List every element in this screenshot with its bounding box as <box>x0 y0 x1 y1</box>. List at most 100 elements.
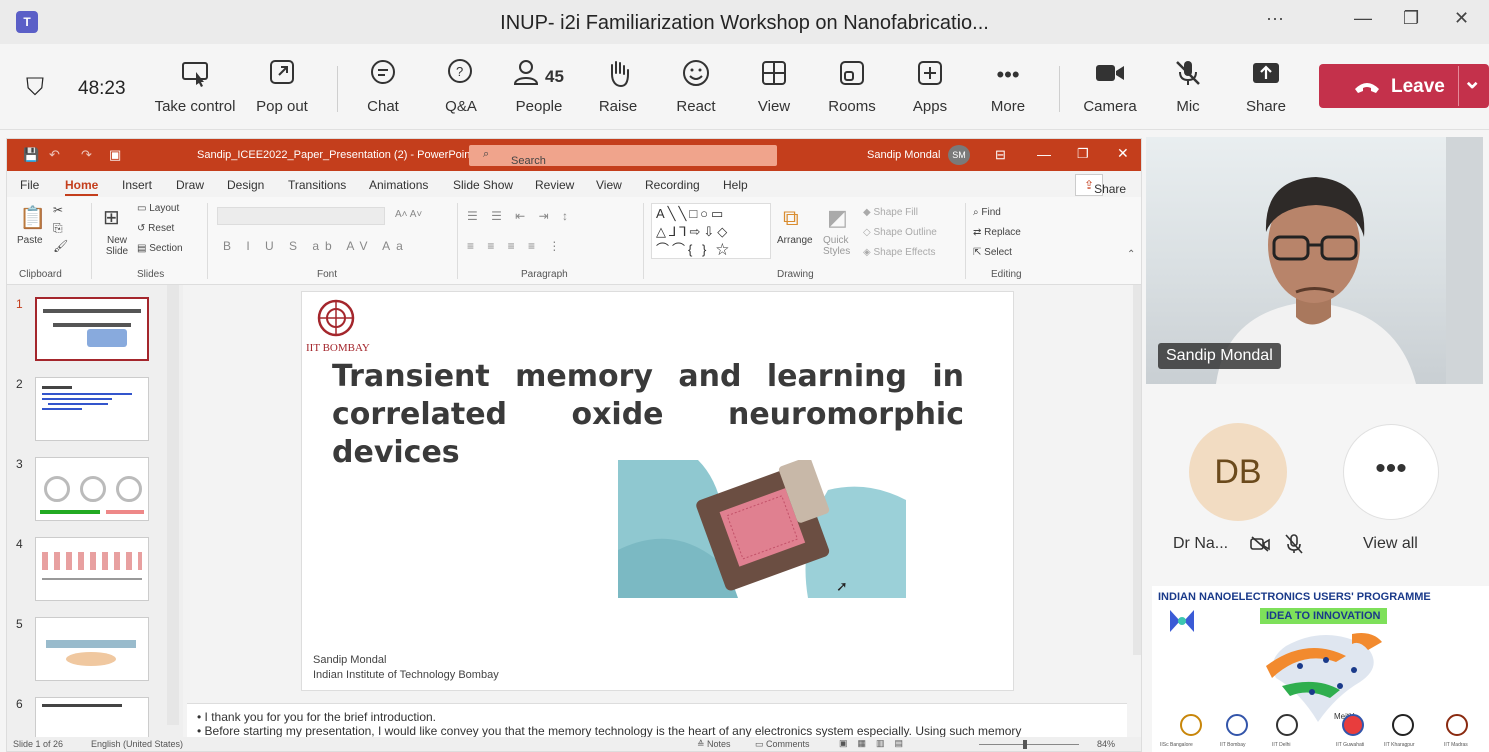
people-button[interactable]: 45 People <box>509 58 569 115</box>
undo-icon[interactable]: ↶ <box>49 147 60 163</box>
ppt-restore-button[interactable]: ❐ <box>1077 146 1089 162</box>
quick-styles-button[interactable]: Quick Styles <box>823 235 853 257</box>
camera-off-icon <box>1250 535 1270 557</box>
notes-button[interactable]: ≙ Notes <box>697 739 731 750</box>
layout-button[interactable]: ▭ Layout <box>137 203 179 214</box>
participant-avatar[interactable]: DB <box>1189 423 1287 521</box>
font-style-icons[interactable]: B I U S ab AV Aa <box>223 239 409 253</box>
tab-design[interactable]: Design <box>227 178 264 192</box>
ellipsis-icon: ••• <box>1375 452 1407 485</box>
tab-draw[interactable]: Draw <box>176 178 204 192</box>
arrange-icon[interactable]: ⧉ <box>783 205 799 231</box>
tab-insert[interactable]: Insert <box>122 178 152 192</box>
tab-transitions[interactable]: Transitions <box>288 178 346 192</box>
zoom-slider[interactable] <box>979 744 1079 745</box>
paste-icon[interactable]: 📋 <box>19 205 46 231</box>
ribbon-separator <box>207 203 208 279</box>
font-name-field[interactable] <box>217 207 385 225</box>
align-icons[interactable]: ≡ ≡ ≡ ≡ ⋮ <box>467 239 565 253</box>
tab-help[interactable]: Help <box>723 178 748 192</box>
copy-icon[interactable]: ⎘ <box>53 221 63 236</box>
take-control-button[interactable]: Take control <box>152 58 238 115</box>
minimize-button[interactable]: — <box>1354 8 1372 29</box>
tab-slide-show[interactable]: Slide Show <box>453 178 513 192</box>
arrange-button[interactable]: Arrange <box>777 235 813 246</box>
new-slide-button[interactable]: New Slide <box>97 235 137 257</box>
pop-out-button[interactable]: Pop out <box>252 58 312 115</box>
shape-fill-button[interactable]: ◆ Shape Fill <box>863 207 918 218</box>
more-options-icon[interactable]: ··· <box>1266 8 1284 29</box>
mic-button[interactable]: Mic <box>1166 58 1210 115</box>
ppt-minimize-button[interactable]: — <box>1037 146 1051 162</box>
new-slide-icon[interactable]: ⊞ <box>103 205 120 230</box>
find-button[interactable]: ⌕ Find <box>973 207 1001 218</box>
share-button[interactable]: Share <box>1243 58 1289 115</box>
leave-options-chevron-icon[interactable]: ⌄ <box>1463 68 1481 94</box>
reset-button[interactable]: ↺ Reset <box>137 223 174 234</box>
people-count: 45 <box>545 67 564 86</box>
apps-button[interactable]: Apps <box>908 58 952 115</box>
more-button[interactable]: ••• More <box>986 58 1030 115</box>
select-button[interactable]: ⇱ Select <box>973 247 1012 258</box>
thumbnails-scrollbar[interactable] <box>167 285 179 725</box>
view-button[interactable]: View <box>752 58 796 115</box>
tab-home[interactable]: Home <box>65 178 99 196</box>
section-button[interactable]: ▤ Section <box>137 243 183 254</box>
view-mode-icons[interactable]: ▣▦▥▤ <box>839 738 913 749</box>
title-bar: T INUP- i2i Familiarization Workshop on … <box>0 0 1489 44</box>
format-painter-icon[interactable]: 🖌 <box>53 239 68 253</box>
tab-animations[interactable]: Animations <box>369 178 428 192</box>
list-icons[interactable]: ☰ ☰ ⇤ ⇥ ↕ <box>467 209 573 223</box>
zoom-level[interactable]: 84% <box>1097 739 1115 749</box>
mic-off-icon <box>1285 534 1303 559</box>
ppt-close-button[interactable]: ✕ <box>1117 145 1129 162</box>
quick-styles-icon[interactable]: ◩ <box>827 205 848 231</box>
slide-thumbnail[interactable] <box>35 297 149 361</box>
camera-button[interactable]: Camera <box>1080 58 1140 115</box>
redo-icon[interactable]: ↷ <box>81 147 92 163</box>
tab-file[interactable]: File <box>20 178 39 192</box>
leave-button[interactable]: Leave ⌄ <box>1319 64 1489 108</box>
save-icon[interactable]: 💾 <box>23 147 39 163</box>
font-size-arrows-icon[interactable]: A˄ A˅ <box>395 209 422 220</box>
ppt-user-avatar[interactable]: SM <box>948 145 970 165</box>
participant-video[interactable]: Sandip Mondal <box>1146 137 1483 384</box>
shape-outline-button[interactable]: ◇ Shape Outline <box>863 227 937 238</box>
slide-thumbnail[interactable] <box>35 377 149 441</box>
shape-effects-button[interactable]: ◈ Shape Effects <box>863 247 936 258</box>
slide-thumbnail[interactable] <box>35 537 149 601</box>
tab-review[interactable]: Review <box>535 178 574 192</box>
close-button[interactable]: ✕ <box>1454 8 1469 29</box>
notes-line: • Before starting my presentation, I wou… <box>197 724 1022 738</box>
paste-button[interactable]: Paste <box>17 235 43 246</box>
replace-button[interactable]: ⇄ Replace <box>973 227 1021 238</box>
ppt-user-name: Sandip Mondal <box>867 149 941 161</box>
rooms-button[interactable]: Rooms <box>826 58 878 115</box>
comments-button[interactable]: ▭ Comments <box>755 739 810 750</box>
slideshow-icon[interactable]: ▣ <box>109 147 121 163</box>
raise-hand-button[interactable]: Raise <box>596 58 640 115</box>
view-all-button[interactable]: ••• <box>1343 424 1439 520</box>
add-app-icon <box>908 58 952 92</box>
zoom-slider-thumb[interactable] <box>1023 740 1027 749</box>
react-button[interactable]: React <box>674 58 718 115</box>
shapes-gallery[interactable]: A╲╲□○▭ △⅃⅂⇨⇩◇ ⌒⌒{ } ☆ <box>651 203 771 259</box>
ribbon-display-icon[interactable]: ⊟ <box>995 147 1006 163</box>
restore-button[interactable]: ❐ <box>1403 8 1419 29</box>
tab-recording[interactable]: Recording <box>645 178 700 192</box>
tab-view[interactable]: View <box>596 178 622 192</box>
slide-thumbnail[interactable] <box>35 617 149 681</box>
camera-icon <box>1080 58 1140 92</box>
slide-thumbnail[interactable] <box>35 457 149 521</box>
view-all-label: View all <box>1363 535 1418 552</box>
slide-scrollbar[interactable] <box>1133 285 1141 655</box>
cut-icon[interactable]: ✂ <box>53 203 63 217</box>
chat-button[interactable]: Chat <box>360 58 406 115</box>
speaker-notes[interactable]: • I thank you for you for the brief intr… <box>187 703 1127 738</box>
ribbon-separator <box>457 203 458 279</box>
ppt-share-button[interactable]: ⇪ Share <box>1075 174 1126 196</box>
qa-button[interactable]: ? Q&A <box>438 58 484 115</box>
ppt-search-input[interactable]: ⌕ Search <box>469 145 777 167</box>
search-icon: ⌕ <box>483 148 490 160</box>
collapse-ribbon-icon[interactable]: ⌃ <box>1127 249 1135 260</box>
